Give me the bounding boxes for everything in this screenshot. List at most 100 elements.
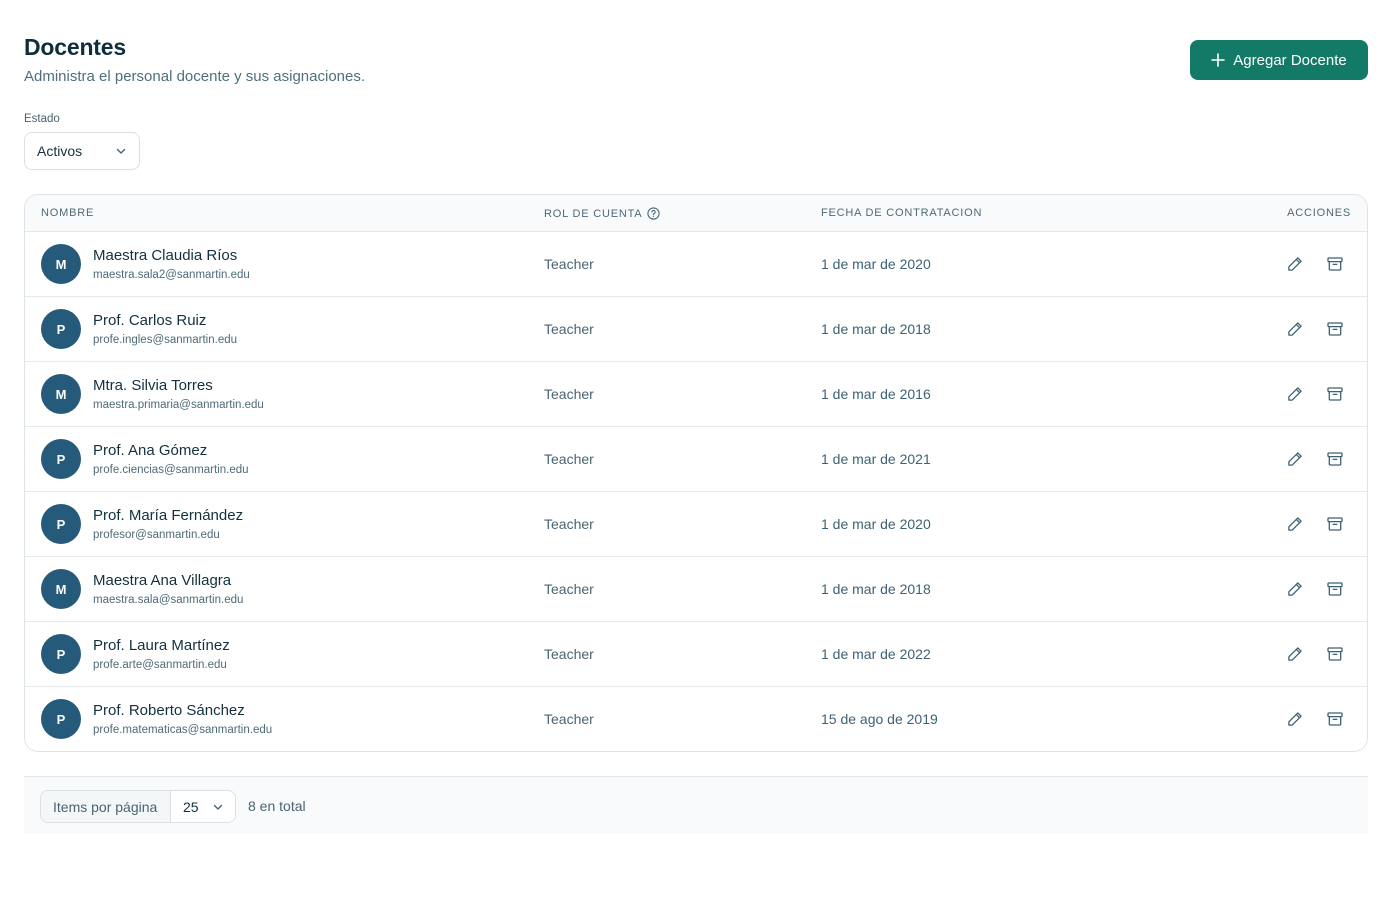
hire-date: 1 de mar de 2021: [821, 451, 931, 467]
pencil-icon: [1286, 515, 1304, 533]
avatar: P: [41, 504, 81, 544]
pencil-icon: [1286, 580, 1304, 598]
edit-button[interactable]: [1285, 449, 1305, 469]
page-subtitle: Administra el personal docente y sus asi…: [24, 68, 366, 85]
pencil-icon: [1286, 710, 1304, 728]
hire-date: 1 de mar de 2020: [821, 516, 931, 532]
page-title: Docentes: [24, 34, 126, 60]
pencil-icon: [1286, 450, 1304, 468]
account-role: Teacher: [544, 646, 594, 662]
table-row: M Mtra. Silvia Torres maestra.primaria@san…: [25, 362, 1367, 427]
archive-button[interactable]: [1325, 384, 1345, 404]
per-page-label: Items por página: [41, 791, 171, 822]
archive-icon: [1326, 580, 1344, 598]
column-header-role: ROL DE CUENTA: [544, 207, 661, 220]
archive-icon: [1326, 515, 1344, 533]
per-page-value: 25: [183, 798, 199, 815]
page-header: Docentes Administra el personal docente …: [24, 34, 365, 85]
add-teacher-button-label: Agregar Docente: [1233, 51, 1347, 69]
status-filter-label: Estado: [24, 113, 60, 125]
avatar: P: [41, 439, 81, 479]
teacher-name: Prof. Carlos Ruiz: [93, 312, 207, 329]
account-role: Teacher: [544, 711, 594, 727]
add-teacher-button[interactable]: Agregar Docente: [1190, 40, 1368, 80]
account-role: Teacher: [544, 451, 594, 467]
archive-button[interactable]: [1325, 709, 1345, 729]
column-header-date: FECHA DE CONTRATACION: [821, 207, 982, 219]
archive-button[interactable]: [1325, 319, 1345, 339]
table-row: P Prof. Ana Gómez profe.ciencias@sanmartin…: [25, 427, 1367, 492]
teacher-email: profe.matematicas@sanmartin.edu: [93, 724, 273, 736]
archive-button[interactable]: [1325, 644, 1345, 664]
teacher-name: Mtra. Silvia Torres: [93, 377, 213, 394]
edit-button[interactable]: [1285, 384, 1305, 404]
account-role: Teacher: [544, 321, 594, 337]
avatar: P: [41, 634, 81, 674]
column-header-actions-label: ACCIONES: [1287, 207, 1351, 219]
teacher-email: maestra.sala@sanmartin.edu: [93, 594, 244, 606]
teacher-email: profesor@sanmartin.edu: [93, 529, 220, 541]
account-role: Teacher: [544, 516, 594, 532]
table-row: P Prof. María Fernández profesor@sanmartin…: [25, 492, 1367, 557]
archive-icon: [1326, 320, 1344, 338]
archive-button[interactable]: [1325, 579, 1345, 599]
account-role: Teacher: [544, 581, 594, 597]
teachers-table: NOMBRE ROL DE CUENTA FECHA DE CONTRATACI…: [24, 194, 1368, 752]
teacher-name: Prof. Ana Gómez: [93, 442, 208, 459]
teacher-email: profe.ciencias@sanmartin.edu: [93, 464, 249, 476]
hire-date: 1 de mar de 2016: [821, 386, 931, 402]
avatar: M: [41, 244, 81, 284]
edit-button[interactable]: [1285, 579, 1305, 599]
teacher-email: profe.arte@sanmartin.edu: [93, 659, 227, 671]
column-header-name-label: NOMBRE: [41, 207, 95, 219]
hire-date: 15 de ago de 2019: [821, 711, 938, 727]
teacher-name: Prof. Laura Martínez: [93, 637, 230, 654]
pencil-icon: [1286, 385, 1304, 403]
archive-icon: [1326, 450, 1344, 468]
column-header-date-label: FECHA DE CONTRATACION: [821, 207, 983, 219]
teacher-email: maestra.sala2@sanmartin.edu: [93, 269, 250, 281]
table-row: M Maestra Ana Villagra maestra.sala@sanmar…: [25, 557, 1367, 622]
per-page-select[interactable]: 25: [171, 791, 235, 822]
edit-button[interactable]: [1285, 319, 1305, 339]
edit-button[interactable]: [1285, 709, 1305, 729]
teacher-name: Maestra Claudia Ríos: [93, 247, 238, 264]
edit-button[interactable]: [1285, 644, 1305, 664]
edit-button[interactable]: [1285, 514, 1305, 534]
column-header-actions: ACCIONES: [1287, 207, 1351, 219]
table-row: P Prof. Carlos Ruiz profe.ingles@sanmartin…: [25, 297, 1367, 362]
pencil-icon: [1286, 645, 1304, 663]
archive-button[interactable]: [1325, 449, 1345, 469]
avatar: M: [41, 569, 81, 609]
plus-icon: [1211, 53, 1226, 67]
archive-icon: [1326, 255, 1344, 273]
status-filter-value: Activos: [37, 143, 83, 159]
archive-icon: [1326, 710, 1344, 728]
status-filter-select[interactable]: Activos: [24, 132, 140, 170]
pencil-icon: [1286, 320, 1304, 338]
edit-button[interactable]: [1285, 254, 1305, 274]
chevron-down-icon: [212, 801, 224, 813]
table-row: P Prof. Laura Martínez profe.arte@sanmarti…: [25, 622, 1367, 687]
avatar: M: [41, 374, 81, 414]
teacher-name: Prof. María Fernández: [93, 507, 244, 524]
account-role: Teacher: [544, 256, 594, 272]
archive-icon: [1326, 385, 1344, 403]
hire-date: 1 de mar de 2018: [821, 321, 931, 337]
teacher-email: profe.ingles@sanmartin.edu: [93, 334, 238, 346]
hire-date: 1 de mar de 2022: [821, 646, 931, 662]
archive-button[interactable]: [1325, 254, 1345, 274]
hire-date: 1 de mar de 2018: [821, 581, 931, 597]
teacher-name: Prof. Roberto Sánchez: [93, 702, 245, 719]
teacher-name: Maestra Ana Villagra: [93, 572, 232, 589]
archive-icon: [1326, 645, 1344, 663]
archive-button[interactable]: [1325, 514, 1345, 534]
column-header-role-label: ROL DE CUENTA: [544, 207, 643, 220]
avatar: P: [41, 309, 81, 349]
per-page-group: Items por página 25: [40, 790, 236, 823]
chevron-down-icon: [115, 145, 127, 157]
help-circle-icon[interactable]: [647, 207, 661, 220]
table-header: NOMBRE ROL DE CUENTA FECHA DE CONTRATACI…: [25, 195, 1367, 232]
table-body: M Maestra Claudia Ríos maestra.sala2@sanma…: [25, 232, 1367, 751]
account-role: Teacher: [544, 386, 594, 402]
